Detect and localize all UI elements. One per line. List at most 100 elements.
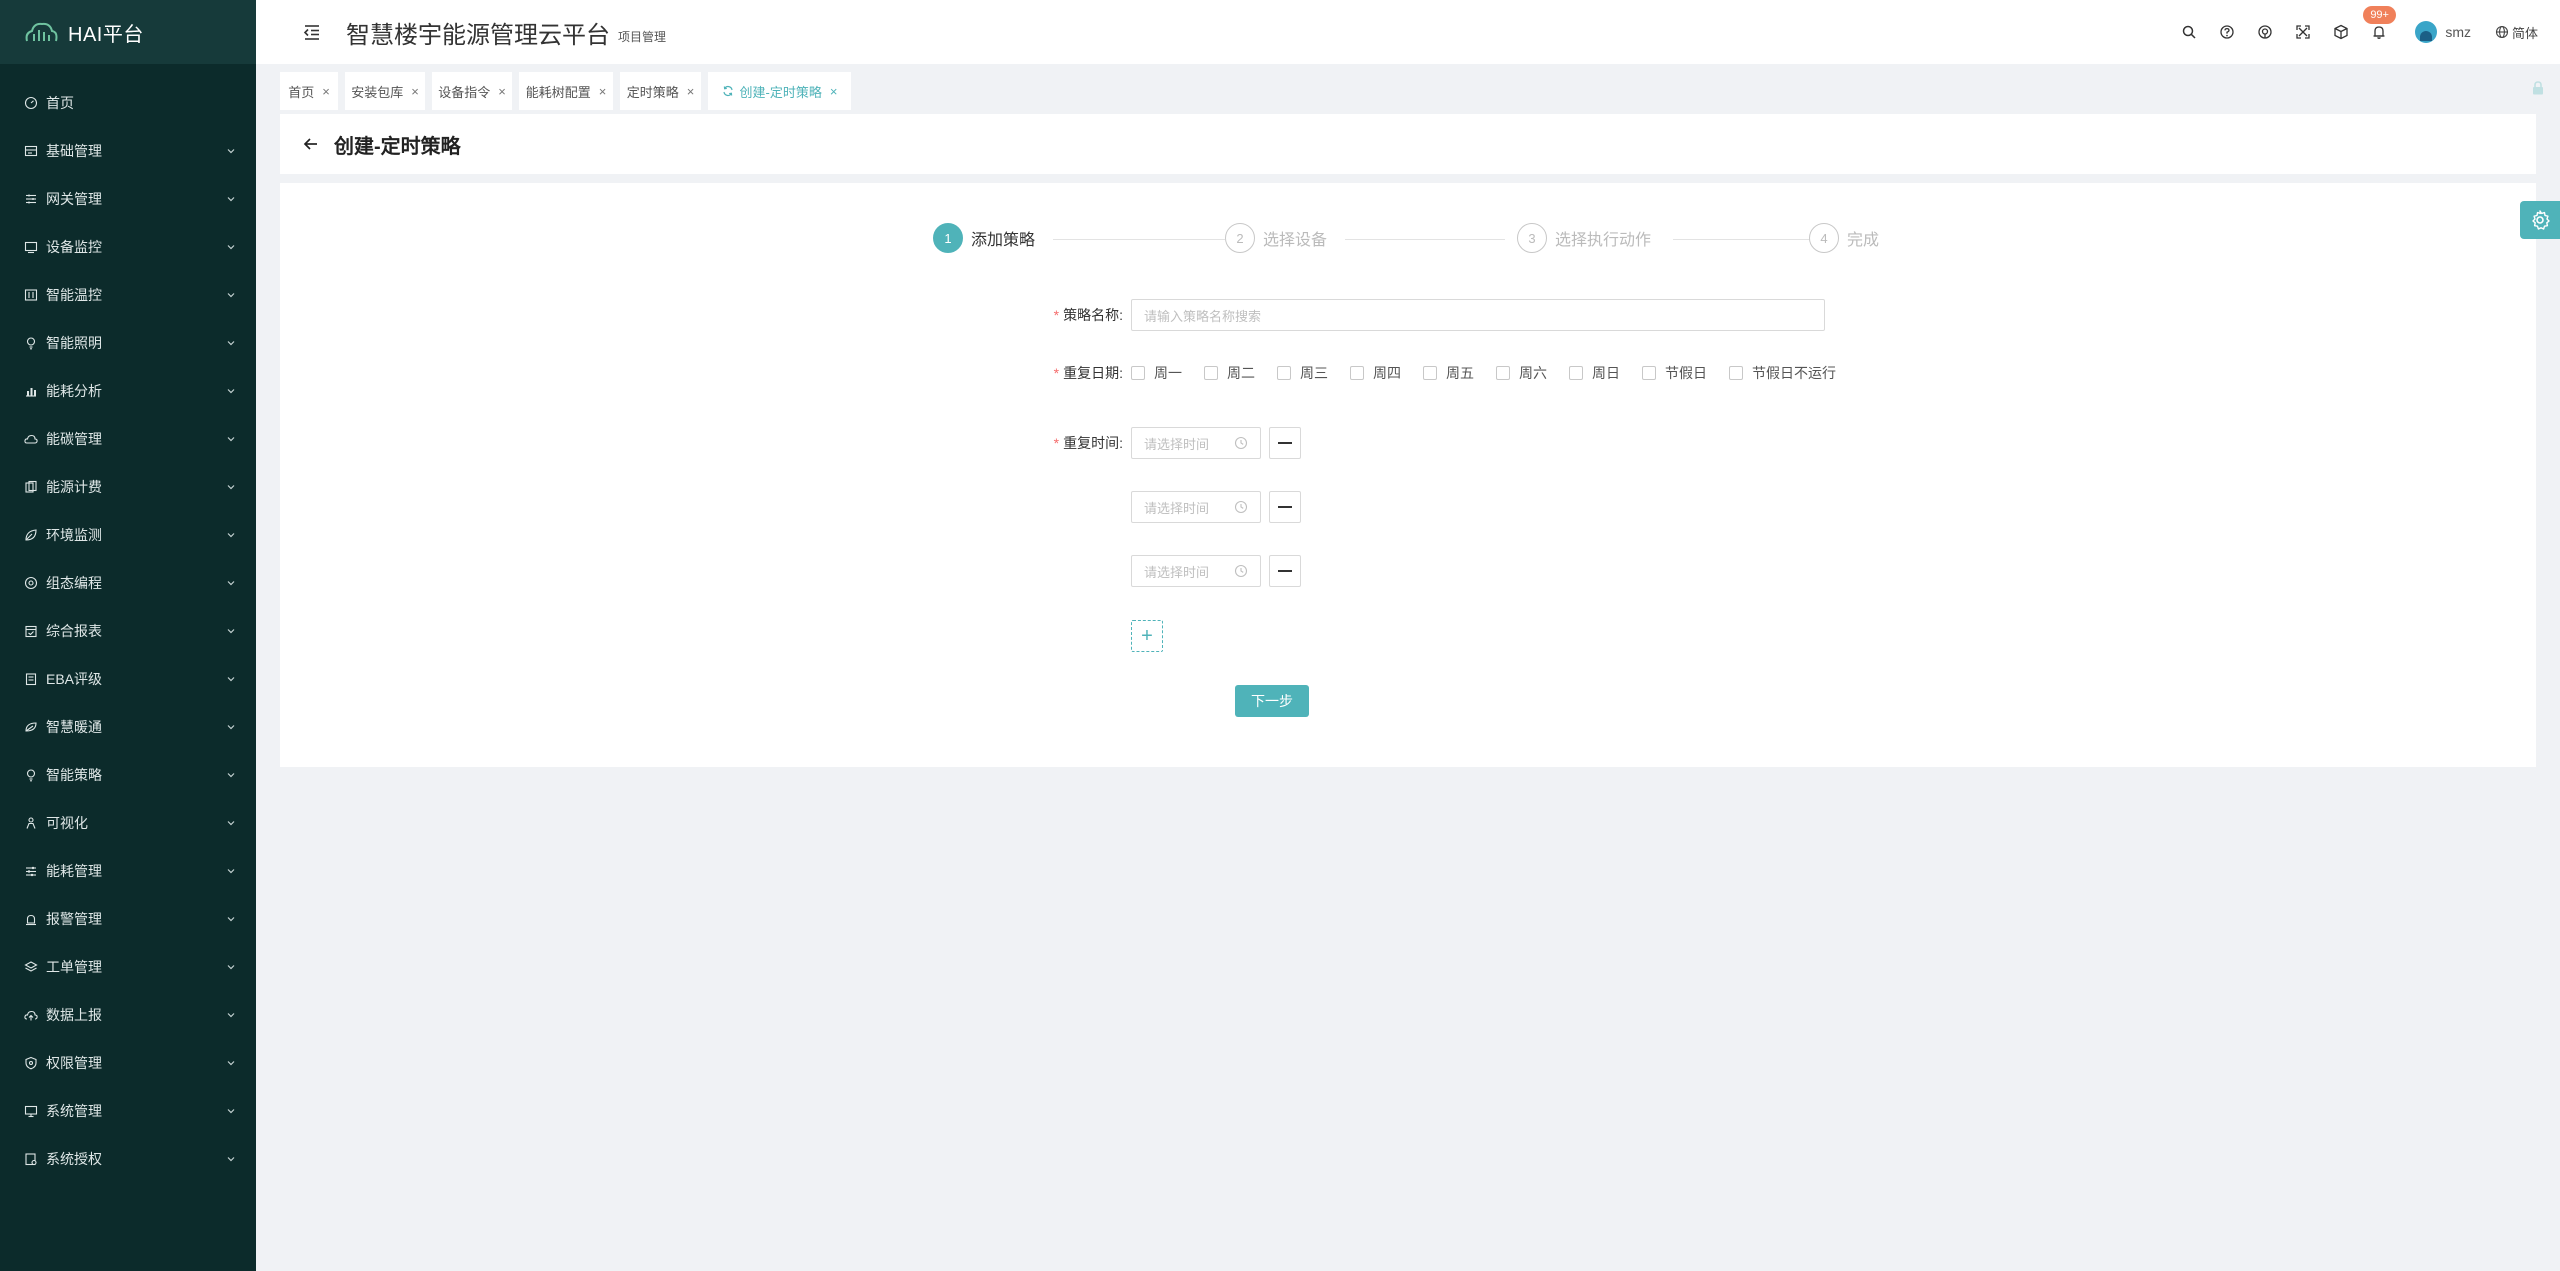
remove-time-button[interactable] [1269,555,1301,587]
time-picker-input[interactable]: 请选择时间 [1131,427,1261,459]
sidebar-item[interactable]: 组态编程 [0,559,256,607]
sidebar-item[interactable]: 首页 [0,79,256,127]
checkbox-box[interactable] [1569,366,1583,380]
sidebar-item[interactable]: 能碳管理 [0,415,256,463]
notification-bell-icon[interactable]: 99+ [2363,6,2396,40]
plus-icon: + [1141,624,1153,647]
remove-time-button[interactable] [1269,491,1301,523]
checkbox-label: 周六 [1519,365,1547,381]
checkbox-box[interactable] [1277,366,1291,380]
sidebar-item[interactable]: 智慧暖通 [0,703,256,751]
tab-create-timed-strategy[interactable]: 创建-定时策略 × [708,72,851,110]
sidebar-item[interactable]: 权限管理 [0,1039,256,1087]
package-icon[interactable] [2333,24,2349,40]
step-select-device: 2 选择设备 [1225,223,1327,253]
close-icon[interactable]: × [322,84,330,99]
sidebar-item-label: 系统管理 [46,1103,102,1119]
sidebar-item[interactable]: 能耗管理 [0,847,256,895]
strategy-name-input[interactable]: 请输入策略名称搜索 [1131,299,1825,331]
sidebar-item[interactable]: 智能温控 [0,271,256,319]
weekday-checkbox[interactable]: 周六 [1496,363,1547,383]
weekday-checkbox[interactable]: 周三 [1277,363,1328,383]
tab-timed-strategy[interactable]: 定时策略 × [620,72,701,110]
sidebar-item[interactable]: 工单管理 [0,943,256,991]
sidebar-item[interactable]: 环境监测 [0,511,256,559]
close-icon[interactable]: × [498,84,506,99]
sidebar-item[interactable]: 报警管理 [0,895,256,943]
weekday-checkbox[interactable]: 周一 [1131,363,1182,383]
tab-energy-tree[interactable]: 能耗树配置 × [519,72,613,110]
checkbox-box[interactable] [1350,366,1364,380]
sidebar-item[interactable]: 能源计费 [0,463,256,511]
checkbox-box[interactable] [1204,366,1218,380]
sidebar-item[interactable]: 智能照明 [0,319,256,367]
gateway-icon [24,192,38,206]
strategy-name-placeholder: 请输入策略名称搜索 [1144,308,1262,324]
username[interactable]: smz [2445,24,2471,40]
help-icon[interactable] [2219,24,2235,40]
authorize-icon [24,1152,38,1166]
github-icon[interactable] [2257,24,2273,40]
sidebar-item[interactable]: EBA评级 [0,655,256,703]
time-picker-input[interactable]: 请选择时间 [1131,491,1261,523]
step-add-strategy: 1 添加策略 [933,223,1035,253]
checkbox-label: 周四 [1373,365,1401,381]
language-switcher[interactable]: 简体 [2495,23,2538,42]
strategy-name-row: * 策略名称: 请输入策略名称搜索 [1035,299,1825,331]
remove-time-button[interactable] [1269,427,1301,459]
close-icon[interactable]: × [599,84,607,99]
close-icon[interactable]: × [411,84,419,99]
refresh-icon[interactable] [722,85,734,97]
checkbox-box[interactable] [1423,366,1437,380]
settings-drawer-button[interactable] [2520,201,2560,239]
checkbox-box[interactable] [1496,366,1510,380]
weekday-checkbox[interactable]: 节假日不运行 [1729,363,1836,383]
weekday-checkbox[interactable]: 周五 [1423,363,1474,383]
checkbox-box[interactable] [1729,366,1743,380]
fullscreen-icon[interactable] [2295,24,2311,40]
weekday-checkbox[interactable]: 周四 [1350,363,1401,383]
sidebar-item[interactable]: 网关管理 [0,175,256,223]
avatar[interactable] [2415,21,2438,43]
sidebar-item[interactable]: 系统管理 [0,1087,256,1135]
sidebar-item[interactable]: 数据上报 [0,991,256,1039]
time-slot: 请选择时间 [1131,427,1301,459]
sidebar-item[interactable]: 设备监控 [0,223,256,271]
sidebar-item[interactable]: 系统授权 [0,1135,256,1183]
checkbox-label: 节假日不运行 [1752,365,1836,381]
close-icon[interactable]: × [687,84,695,99]
checkbox-box[interactable] [1131,366,1145,380]
tab-label: 安装包库 [351,84,404,100]
logo[interactable]: HAI平台 [0,0,256,64]
search-icon[interactable] [2181,24,2197,40]
sidebar-item[interactable]: 综合报表 [0,607,256,655]
add-time-button[interactable]: + [1131,620,1163,652]
chevron-down-icon [227,389,235,394]
weekday-checkbox[interactable]: 周日 [1569,363,1620,383]
sidebar-item-label: 环境监测 [46,527,102,543]
checkbox-box[interactable] [1642,366,1656,380]
next-step-button[interactable]: 下一步 [1235,685,1309,717]
weekday-checkbox[interactable]: 周二 [1204,363,1255,383]
menu-fold-icon[interactable] [302,22,322,42]
time-picker-input[interactable]: 请选择时间 [1131,555,1261,587]
chevron-down-icon [227,437,235,442]
tab-home[interactable]: 首页 × [280,72,338,110]
tab-install-package[interactable]: 安装包库 × [345,72,425,110]
steps: 1 添加策略 2 选择设备 3 选择执行动作 4 完成 [933,223,1883,257]
notification-badge: 99+ [2363,6,2396,24]
sidebar-item[interactable]: 能耗分析 [0,367,256,415]
sidebar-item[interactable]: 智能策略 [0,751,256,799]
lock-icon[interactable] [2530,80,2546,96]
tabs-bar: 首页 × 安装包库 × 设备指令 × 能耗树配置 × 定时策略 × 创建-定时策略 × [256,64,2560,110]
tab-device-command[interactable]: 设备指令 × [432,72,512,110]
logo-icon [25,22,58,42]
back-arrow-icon[interactable] [302,135,320,153]
step-label: 完成 [1847,232,1880,249]
close-icon[interactable]: × [830,84,838,99]
desktop-icon [24,1104,38,1118]
sidebar-item[interactable]: 基础管理 [0,127,256,175]
weekday-checkbox[interactable]: 节假日 [1642,363,1707,383]
sidebar-item[interactable]: 可视化 [0,799,256,847]
sidebar-item-label: 能耗管理 [46,863,102,879]
